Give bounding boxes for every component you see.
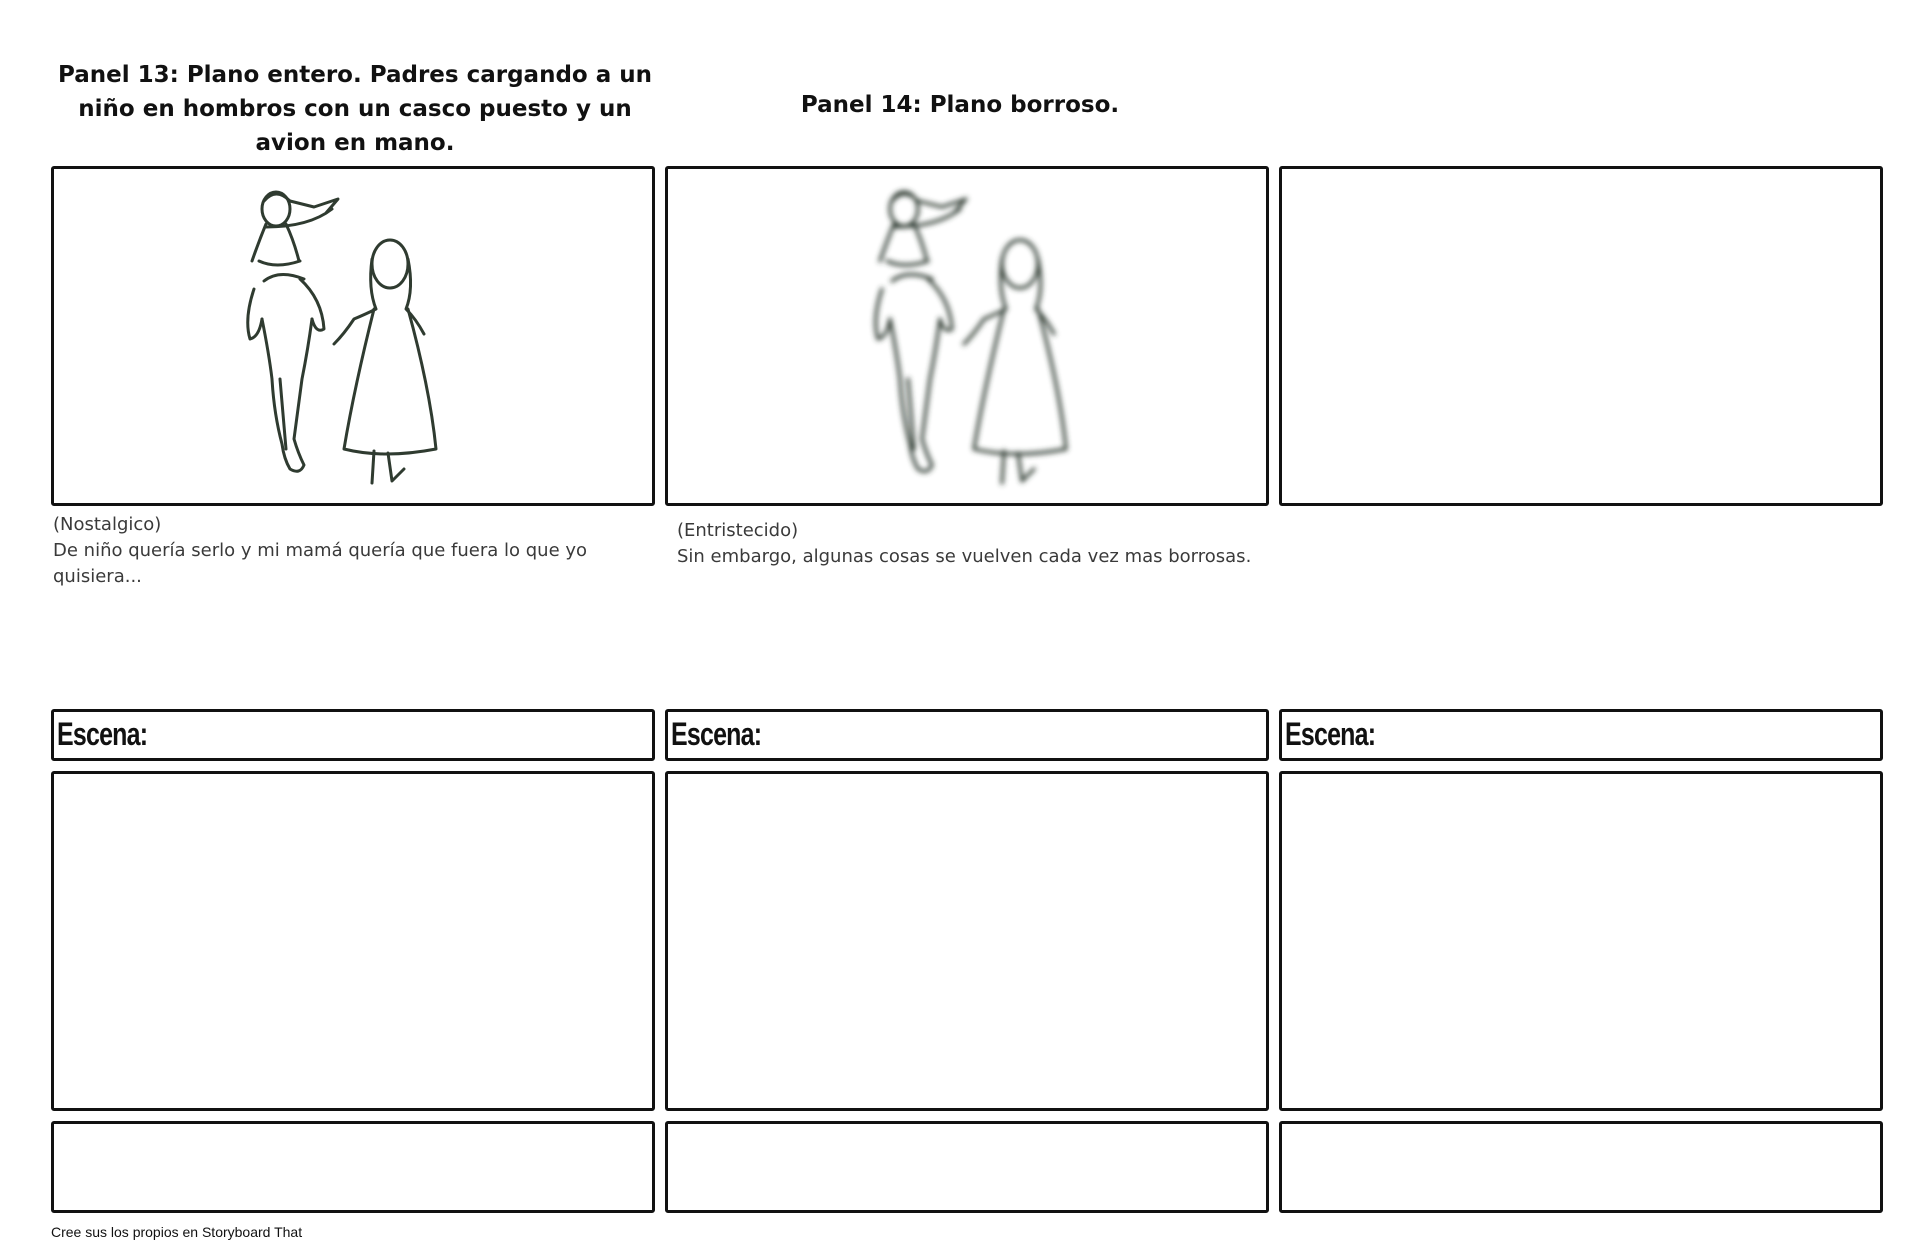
family-sketch-blurred-image [874, 190, 1068, 485]
panel-13-frame [51, 166, 655, 506]
panel-14-emotion: (Entristecido) [677, 520, 799, 541]
panel-14-caption: (Entristecido) Sin embargo, algunas cosa… [677, 518, 1277, 570]
panel-13-emotion: (Nostalgico) [53, 514, 162, 535]
scene-frame-3 [1279, 771, 1883, 1111]
scene-frame-2 [665, 771, 1269, 1111]
panel-14-text: Sin embargo, algunas cosas se vuelven ca… [677, 546, 1252, 567]
scene-header-2: Escena: [665, 709, 1269, 761]
scene-label-3: Escena: [1285, 716, 1376, 752]
panel-14-frame [665, 166, 1269, 506]
scene-label-1: Escena: [57, 716, 148, 752]
scene-caption-box-1 [51, 1121, 655, 1213]
scene-header-3: Escena: [1279, 709, 1883, 761]
panel-13-caption: (Nostalgico) De niño quería serlo y mi m… [53, 512, 613, 590]
scene-caption-box-3 [1279, 1121, 1883, 1213]
family-sketch-image [246, 190, 438, 485]
scene-frame-1 [51, 771, 655, 1111]
panel-15-frame [1279, 166, 1883, 506]
scene-caption-box-2 [665, 1121, 1269, 1213]
panel-13-title: Panel 13: Plano entero. Padres cargando … [57, 62, 652, 156]
scene-header-1: Escena: [51, 709, 655, 761]
storyboard-that-credit: Cree sus los propios en Storyboard That [51, 1224, 303, 1240]
panel-13-text: De niño quería serlo y mi mamá quería qu… [53, 540, 588, 587]
panel-14-title: Panel 14: Plano borroso. [800, 92, 1120, 118]
scene-label-2: Escena: [671, 716, 762, 752]
